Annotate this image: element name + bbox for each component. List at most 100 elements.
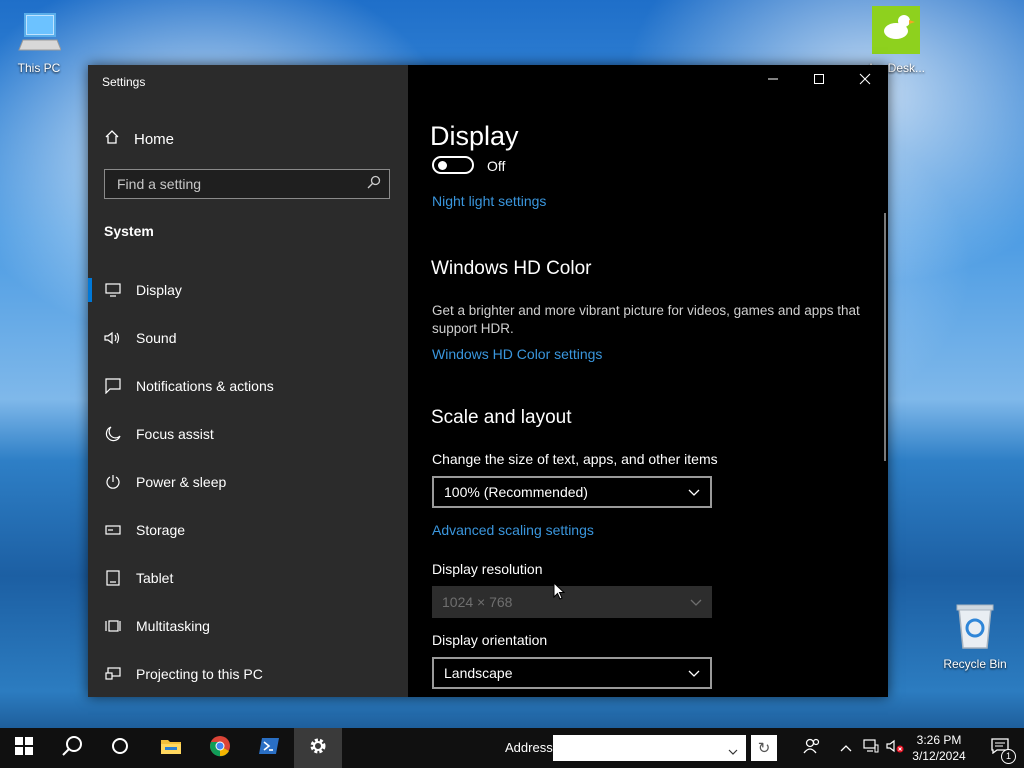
action-center-button[interactable]: 1	[976, 728, 1024, 768]
scale-dropdown[interactable]: 100% (Recommended)	[432, 476, 712, 508]
clock-time: 3:26 PM	[916, 733, 962, 747]
search-icon[interactable]	[367, 175, 381, 194]
search-button[interactable]	[48, 728, 96, 768]
sidebar-home[interactable]: Home	[104, 129, 174, 149]
show-hidden-icons-button[interactable]	[834, 728, 858, 768]
sidebar-item-label: Storage	[136, 522, 186, 538]
chevron-down-icon	[690, 594, 702, 610]
speaker-icon	[104, 329, 122, 347]
sidebar-item-label: Sound	[136, 330, 177, 346]
people-icon	[803, 737, 821, 760]
computer-icon	[3, 10, 75, 57]
settings-window: Settings Home System Display Sound	[88, 65, 888, 697]
scale-layout-heading: Scale and layout	[431, 407, 572, 428]
sidebar-item-power-sleep[interactable]: Power & sleep	[88, 458, 408, 506]
minimize-button[interactable]	[750, 65, 796, 97]
search-input[interactable]	[115, 175, 349, 193]
multitasking-icon	[104, 617, 122, 635]
hd-color-settings-link[interactable]: Windows HD Color settings	[432, 346, 602, 362]
resolution-value: 1024 × 768	[442, 594, 513, 610]
network-tray-button[interactable]	[859, 728, 883, 768]
resolution-dropdown[interactable]: 1024 × 768	[432, 586, 712, 618]
clock-date: 3/12/2024	[912, 749, 966, 763]
tablet-icon	[104, 569, 122, 587]
notification-icon	[104, 377, 122, 395]
volume-muted-icon	[886, 739, 904, 758]
sidebar-item-label: Focus assist	[136, 426, 214, 442]
page-title: Display	[430, 121, 519, 151]
orientation-label: Display orientation	[432, 632, 548, 648]
powershell-button[interactable]	[245, 728, 293, 768]
volume-tray-button[interactable]	[884, 728, 906, 768]
chevron-down-icon	[688, 665, 700, 681]
sidebar-item-label: Tablet	[136, 570, 174, 586]
mouse-cursor-icon	[553, 581, 566, 605]
desktop-icon-recycle-bin[interactable]: Recycle Bin	[939, 602, 1011, 671]
sidebar-item-tablet[interactable]: Tablet	[88, 554, 408, 602]
resolution-label: Display resolution	[432, 561, 543, 577]
home-icon	[104, 129, 120, 149]
desktop-icon-label: This PC	[17, 61, 61, 75]
refresh-icon: ↻	[757, 740, 771, 757]
chevron-down-icon[interactable]	[728, 743, 738, 761]
task-view-button[interactable]	[96, 728, 144, 768]
power-icon	[104, 473, 122, 491]
chrome-icon	[209, 735, 231, 762]
folder-icon	[160, 737, 182, 760]
night-light-toggle[interactable]	[432, 156, 474, 174]
sidebar-nav: Display Sound Notifications & actions Fo…	[88, 266, 408, 697]
home-label: Home	[134, 130, 175, 148]
settings-sidebar: Settings Home System Display Sound	[88, 65, 408, 697]
window-title: Settings	[102, 75, 146, 89]
desktop-icon-label: Recycle Bin	[943, 657, 1007, 671]
chevron-down-icon	[688, 484, 700, 500]
close-button[interactable]	[842, 65, 888, 97]
hd-color-heading: Windows HD Color	[431, 258, 592, 279]
sidebar-item-label: Power & sleep	[136, 474, 227, 490]
night-light-toggle-state: Off	[487, 158, 506, 174]
maximize-icon	[813, 72, 825, 90]
monitor-icon	[104, 281, 122, 299]
orientation-value: Landscape	[444, 665, 513, 681]
close-icon	[859, 72, 871, 90]
section-heading-system: System	[104, 223, 154, 239]
chrome-button[interactable]	[196, 728, 244, 768]
search-box[interactable]	[104, 169, 390, 199]
settings-taskbar-button[interactable]	[294, 728, 342, 768]
anydesk-icon	[860, 6, 932, 57]
advanced-scaling-link[interactable]: Advanced scaling settings	[432, 522, 594, 538]
sidebar-item-projecting[interactable]: Projecting to this PC	[88, 650, 408, 697]
address-toolbar-label: Address	[505, 740, 553, 755]
sidebar-item-label: Display	[136, 282, 182, 298]
projecting-icon	[104, 665, 122, 683]
network-icon	[863, 738, 879, 758]
sidebar-item-focus-assist[interactable]: Focus assist	[88, 410, 408, 458]
sidebar-item-multitasking[interactable]: Multitasking	[88, 602, 408, 650]
powershell-icon	[258, 737, 280, 760]
maximize-button[interactable]	[796, 65, 842, 97]
scale-label: Change the size of text, apps, and other…	[432, 451, 718, 467]
taskbar: Address ↻ 3:26 PM 3/12/2024 1	[0, 728, 1024, 768]
sidebar-item-label: Projecting to this PC	[136, 666, 263, 682]
sidebar-item-sound[interactable]: Sound	[88, 314, 408, 362]
people-button[interactable]	[788, 728, 836, 768]
address-input[interactable]	[553, 735, 746, 761]
sidebar-item-label: Notifications & actions	[136, 378, 274, 394]
address-refresh-button[interactable]: ↻	[751, 735, 777, 761]
sidebar-item-notifications[interactable]: Notifications & actions	[88, 362, 408, 410]
recycle-bin-icon	[939, 602, 1011, 653]
gear-icon	[308, 736, 328, 761]
storage-icon	[104, 521, 122, 539]
start-button[interactable]	[0, 728, 48, 768]
minimize-icon	[767, 72, 779, 90]
cortana-circle-icon	[111, 737, 129, 760]
sidebar-item-display[interactable]: Display	[88, 266, 408, 314]
content-scrollbar[interactable]	[884, 213, 886, 461]
night-light-settings-link[interactable]: Night light settings	[432, 193, 546, 209]
file-explorer-button[interactable]	[147, 728, 195, 768]
orientation-dropdown[interactable]: Landscape	[432, 657, 712, 689]
sidebar-item-label: Multitasking	[136, 618, 210, 634]
sidebar-item-storage[interactable]: Storage	[88, 506, 408, 554]
taskbar-clock[interactable]: 3:26 PM 3/12/2024	[908, 732, 970, 764]
desktop-icon-this-pc[interactable]: This PC	[3, 10, 75, 75]
